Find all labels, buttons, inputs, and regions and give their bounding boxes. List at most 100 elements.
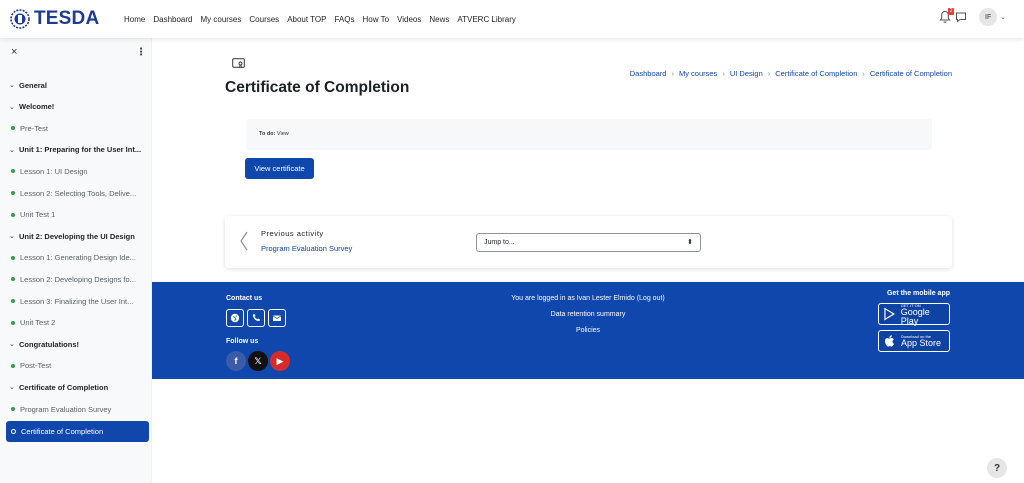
primary-nav: Home Dashboard My courses Courses About …: [124, 15, 524, 24]
course-activity-item[interactable]: Program Evaluation Survey: [6, 400, 149, 418]
chevron-down-icon[interactable]: ⌄: [9, 383, 19, 391]
course-activity-item[interactable]: Lesson 1: UI Design: [6, 162, 149, 180]
jump-to-value: Jump to...: [484, 239, 515, 246]
logged-in-info[interactable]: You are logged in as Ivan Lester Elmido …: [452, 295, 724, 302]
completion-dot-icon: [11, 212, 15, 217]
todo-value: View: [276, 131, 289, 137]
completion-dot-icon: [11, 363, 15, 368]
chevron-down-icon[interactable]: ⌄: [9, 146, 19, 154]
course-index-label: Congratulations!: [19, 339, 79, 349]
course-activity-item[interactable]: Pre-Test: [6, 119, 149, 137]
x-twitter-icon[interactable]: 𝕏: [248, 351, 268, 371]
top-navbar: TESDA Home Dashboard My courses Courses …: [0, 0, 1024, 38]
course-index-label: Certificate of Completion: [21, 426, 104, 436]
course-activity-item[interactable]: Lesson 1: Generating Design Ide...: [6, 249, 149, 267]
course-activity-item[interactable]: Lesson 3: Finalizing the User Int...: [6, 292, 149, 310]
course-section-item[interactable]: ⌄ Unit 1: Preparing for the User Int...: [6, 141, 149, 159]
course-activity-item[interactable]: Lesson 2: Developing Designs fo...: [6, 270, 149, 288]
course-activity-item[interactable]: Unit Test 1: [6, 206, 149, 224]
website-icon[interactable]: [226, 309, 244, 327]
incomplete-ring-icon: [11, 428, 16, 434]
nav-how-to[interactable]: How To: [363, 15, 390, 24]
nav-dashboard[interactable]: Dashboard: [153, 15, 192, 24]
previous-activity-link[interactable]: Program Evaluation Survey: [261, 244, 352, 253]
breadcrumb-section[interactable]: Certificate of Completion: [775, 69, 857, 78]
completion-dot-icon: [11, 407, 15, 411]
app-store-button[interactable]: Download on the App Store: [878, 330, 950, 352]
course-index-label: Lesson 3: Finalizing the User Int...: [20, 296, 134, 306]
nav-videos[interactable]: Videos: [397, 15, 421, 24]
current-activity-item[interactable]: Certificate of Completion: [6, 420, 149, 442]
breadcrumb-activity[interactable]: Certificate of Completion: [870, 69, 952, 78]
email-icon[interactable]: [268, 309, 286, 327]
course-index-label: Unit Test 1: [20, 210, 56, 220]
data-retention-link[interactable]: Data retention summary: [452, 311, 724, 318]
chevron-down-icon[interactable]: ⌄: [1000, 13, 1006, 21]
course-activity-item[interactable]: Lesson 2: Selecting Tools, Delive...: [6, 184, 149, 202]
completion-dot-icon: [11, 169, 15, 174]
course-section-item[interactable]: ⌄ Welcome!: [6, 98, 149, 116]
view-certificate-button[interactable]: View certificate: [245, 158, 314, 179]
nav-courses[interactable]: Courses: [249, 15, 279, 24]
notification-badge: 2: [948, 8, 955, 15]
course-index-label: Lesson 1: Generating Design Ide...: [20, 253, 136, 263]
completion-dot-icon: [11, 191, 15, 195]
course-section-item[interactable]: ⌄ Certificate of Completion: [6, 378, 149, 396]
mobile-app-block: Get the mobile app GET IT ON Google Play…: [878, 290, 950, 357]
certificate-icon: [232, 58, 245, 69]
social-links: f 𝕏 ▶: [226, 351, 292, 371]
course-activity-item[interactable]: Post-Test: [6, 357, 149, 375]
breadcrumb-my-courses[interactable]: My courses: [679, 69, 717, 78]
chevron-down-icon[interactable]: ⌄: [9, 340, 19, 348]
course-index-label: Unit Test 2: [20, 318, 56, 328]
contact-title: Contact us: [226, 295, 263, 302]
course-activity-item[interactable]: Unit Test 2: [6, 314, 149, 332]
phone-glyph-icon: [252, 314, 260, 322]
youtube-icon[interactable]: ▶: [270, 351, 290, 371]
chevron-down-icon[interactable]: ⌄: [9, 232, 19, 240]
google-play-button[interactable]: GET IT ON Google Play: [878, 303, 950, 325]
course-section-item[interactable]: ⌄ General: [6, 76, 149, 94]
more-options-icon[interactable]: ⋮: [136, 47, 146, 58]
course-index-label: Lesson 1: UI Design: [20, 166, 88, 176]
chevron-down-icon[interactable]: ⌄: [9, 81, 19, 89]
phone-icon[interactable]: [247, 309, 265, 327]
tesda-logo-icon: [10, 9, 30, 29]
course-index-label: Unit 1: Preparing for the User Int...: [19, 145, 142, 155]
completion-requirement: To do: View: [259, 131, 289, 137]
activity-navigation: Previous activity Program Evaluation Sur…: [225, 216, 952, 268]
user-avatar[interactable]: IF: [979, 8, 998, 26]
chevron-down-icon[interactable]: ⌄: [9, 103, 19, 111]
nav-my-courses[interactable]: My courses: [200, 15, 241, 24]
facebook-icon[interactable]: f: [226, 351, 246, 371]
jump-to-select[interactable]: Jump to... ⬍: [476, 233, 701, 252]
breadcrumb-dashboard[interactable]: Dashboard: [630, 69, 667, 78]
course-index-label: General: [19, 80, 47, 90]
chevron-left-icon[interactable]: [239, 230, 249, 252]
breadcrumb-ui-design[interactable]: UI Design: [730, 69, 763, 78]
nav-faqs[interactable]: FAQs: [334, 15, 354, 24]
nav-right: 2 IF ⌄: [939, 8, 1006, 26]
nav-home[interactable]: Home: [124, 15, 145, 24]
select-caret-icon: ⬍: [687, 239, 693, 246]
nav-about-top[interactable]: About TOP: [287, 15, 326, 24]
globe-icon: [230, 313, 240, 323]
course-section-item[interactable]: ⌄ Congratulations!: [6, 335, 149, 353]
nav-news[interactable]: News: [429, 15, 449, 24]
footer-center: You are logged in as Ivan Lester Elmido …: [452, 295, 724, 343]
app-store-big: App Store: [901, 338, 942, 348]
course-index-label: Certificate of Completion: [19, 382, 109, 392]
notifications-button[interactable]: 2: [939, 8, 955, 24]
help-button[interactable]: ?: [987, 458, 1007, 478]
messages-icon[interactable]: [955, 11, 967, 23]
nav-atverc-library[interactable]: ATVERC Library: [457, 15, 516, 24]
chevron-right-icon: ›: [862, 69, 865, 78]
close-icon[interactable]: ×: [11, 46, 17, 58]
course-index-label: Program Evaluation Survey: [20, 404, 112, 414]
contact-icons: [226, 309, 289, 327]
course-section-item[interactable]: ⌄ Unit 2: Developing the UI Design: [6, 227, 149, 245]
policies-link[interactable]: Policies: [452, 327, 724, 334]
brand[interactable]: TESDA: [10, 8, 124, 30]
page-title: Certificate of Completion: [225, 79, 410, 96]
follow-title: Follow us: [226, 338, 259, 345]
